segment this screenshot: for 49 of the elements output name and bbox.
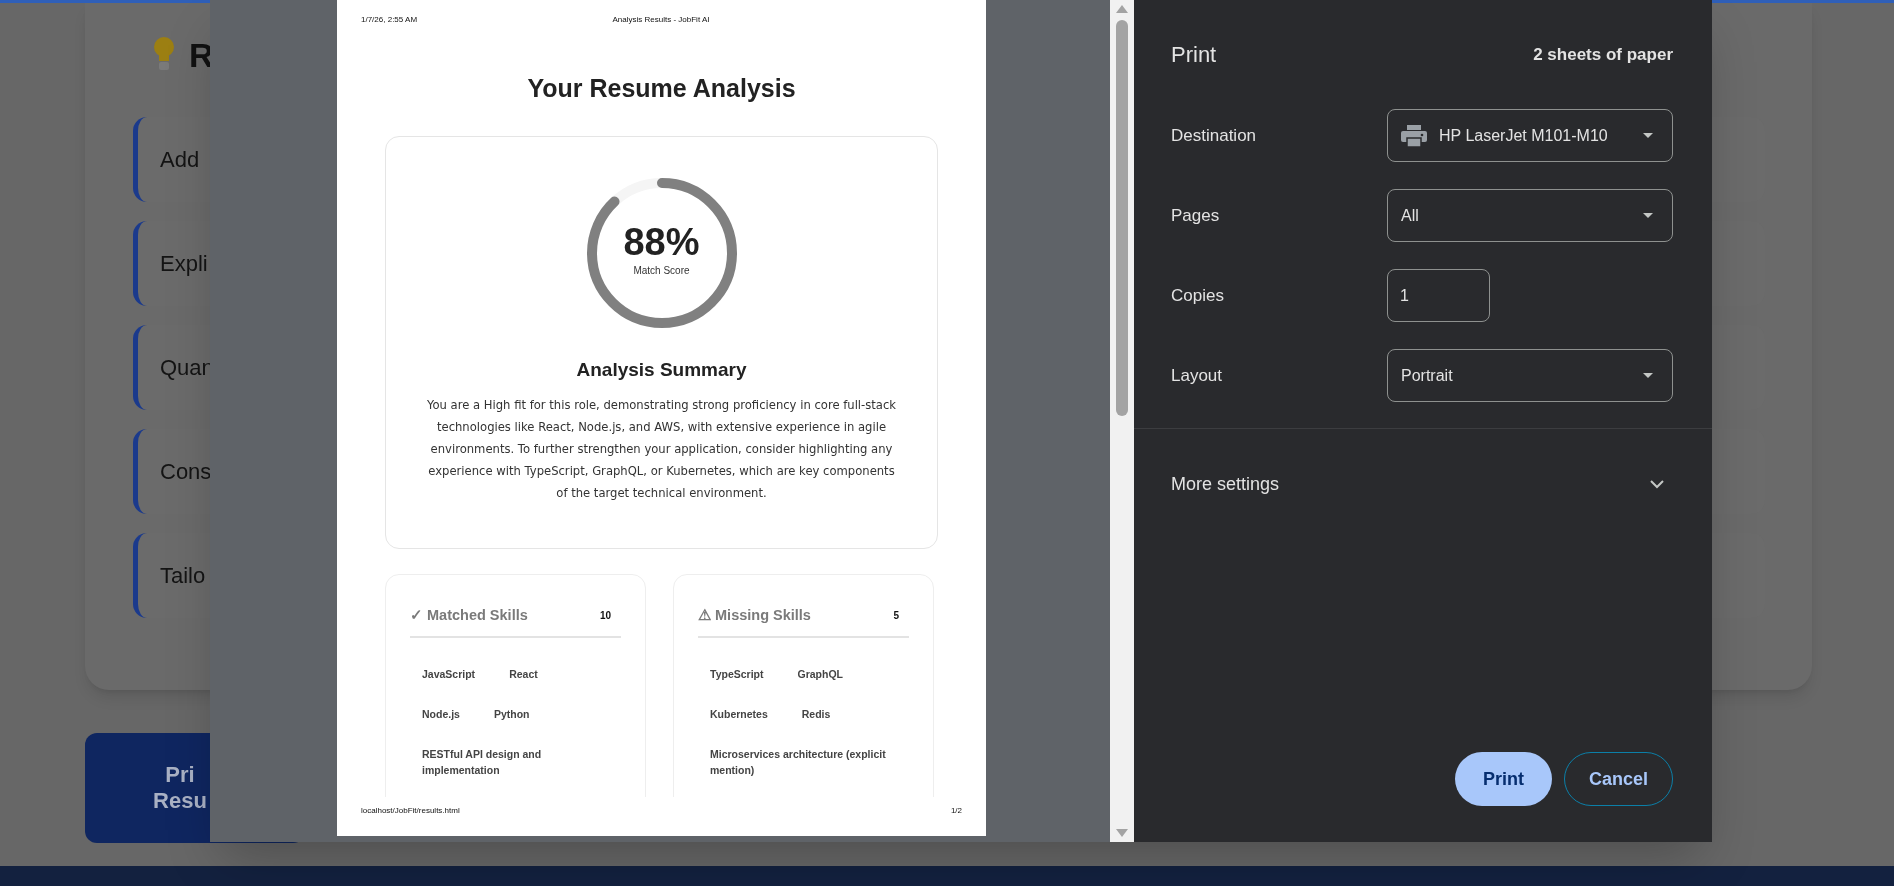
page-number: 1/2 (950, 804, 962, 817)
skill-tag: Kubernetes (698, 698, 780, 731)
page-header-title: Analysis Results - JobFit AI (611, 14, 711, 26)
page-title: Your Resume Analysis (527, 73, 796, 104)
recommendation-text: Tailo (160, 562, 206, 590)
skills-count: 10 (599, 608, 611, 623)
recommendation-text: Expli (160, 250, 208, 278)
recommendation-text: Add (160, 146, 200, 174)
ring-track (610, 177, 662, 206)
dropdown-value: All (1401, 205, 1420, 226)
skill-tag: Microservices architecture (explicit mention) (698, 738, 908, 787)
dropdown[interactable]: HP LaserJet M101-M10 (1387, 109, 1673, 162)
printer-icon (1401, 124, 1427, 147)
skill-tag: GraphQL (785, 658, 855, 691)
skill-tag: Python (481, 698, 542, 731)
summary-text: You are a High fit for this role, demonstrating strong proficiency in core full-stack technologies like React, Node.js, and AWS, with extensive experience in agile environments. To further strengthen your application, consider highlighting any experience with TypeScript, GraphQL, or Kubernetes, which are key components of the target technical environment. (425, 397, 898, 502)
skills-count: 5 (893, 608, 899, 623)
copies-field[interactable]: 1 (1387, 269, 1490, 322)
scroll-down-icon[interactable] (1115, 828, 1129, 838)
field-label: Layout (1171, 364, 1224, 387)
skill-tag: Node.js (410, 698, 472, 731)
scrollbar-thumb[interactable] (1116, 20, 1128, 416)
dropdown[interactable]: Portrait (1387, 349, 1673, 402)
dropdown-caret-icon (1643, 373, 1653, 378)
skill-tag: Redis (789, 698, 843, 731)
more-settings-toggle[interactable]: More settings (1134, 429, 1712, 539)
sheet-count: 2 sheets of paper (1533, 43, 1673, 66)
print-button[interactable]: Print (1454, 752, 1552, 806)
dropdown-value: Portrait (1401, 365, 1454, 386)
skill-tag: RESTful API design and implementation (410, 738, 620, 787)
field-label: Destination (1171, 124, 1258, 147)
page-footer-url: localhost/JobFit/results.html (361, 804, 460, 817)
summary-title: Analysis Summary (576, 357, 747, 382)
dropdown[interactable]: All (1387, 189, 1673, 242)
skills-heading: ⚠ Missing Skills (698, 605, 811, 625)
score-value: 88% (623, 221, 700, 263)
skill-tag: JavaScript (410, 658, 488, 691)
dropdown-caret-icon (1643, 133, 1653, 138)
dialog-title: Print (1171, 41, 1217, 69)
field-label: Pages (1171, 204, 1221, 227)
skills-heading: ✓ Matched Skills (410, 605, 528, 625)
skill-tag: TypeScript (698, 658, 776, 691)
page-header-date: 1/7/26, 2:55 AM (361, 14, 419, 26)
recommendation-text: Cons (160, 458, 212, 486)
field-label: Copies (1171, 284, 1225, 307)
dropdown-value: HP LaserJet M101-M10 (1439, 125, 1609, 146)
skill-tag: React (497, 658, 550, 691)
score-label: Match Score (633, 264, 690, 278)
dropdown-caret-icon (1643, 213, 1653, 218)
